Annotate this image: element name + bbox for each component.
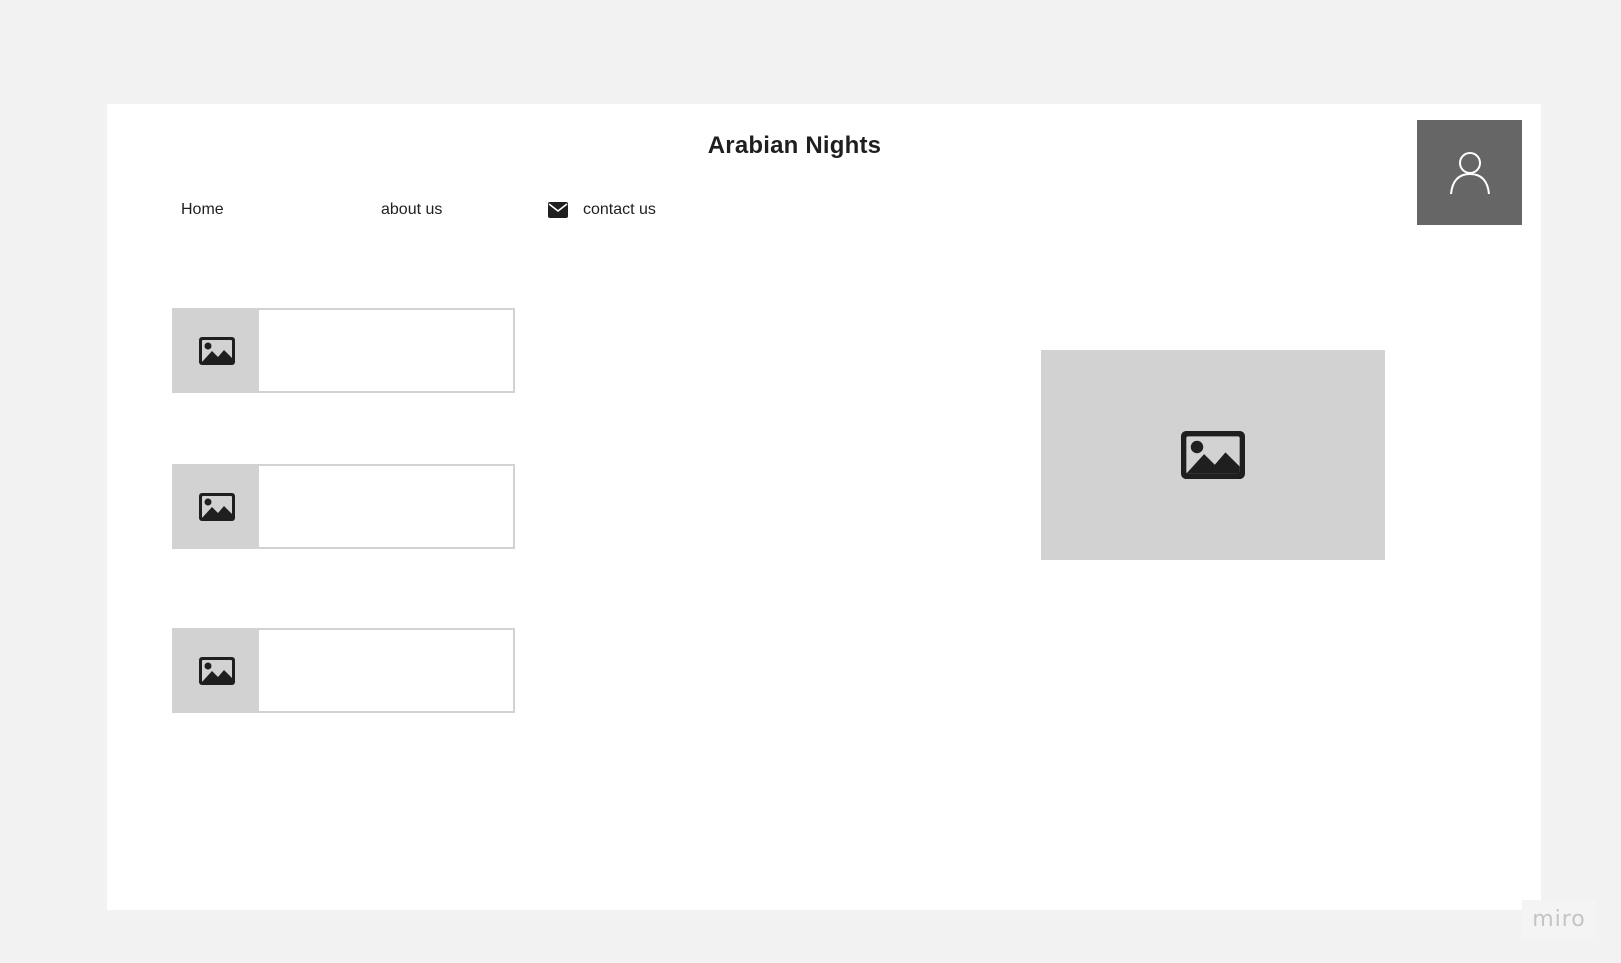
image-icon bbox=[198, 336, 235, 365]
mail-icon bbox=[548, 202, 568, 218]
card-thumbnail bbox=[174, 466, 259, 547]
list-item[interactable] bbox=[172, 308, 515, 393]
nav-home-label: Home bbox=[181, 201, 224, 218]
miro-logo: miro bbox=[1522, 900, 1596, 938]
list-item[interactable] bbox=[172, 464, 515, 549]
nav-about-link[interactable]: about us bbox=[381, 198, 442, 222]
nav-contact-link[interactable]: contact us bbox=[548, 198, 656, 222]
wireframe-frame: Arabian Nights Home about us contact us bbox=[107, 104, 1541, 910]
card-thumbnail bbox=[174, 630, 259, 711]
nav-home-link[interactable]: Home bbox=[181, 198, 224, 222]
image-icon bbox=[1181, 431, 1245, 479]
nav-contact-label: contact us bbox=[583, 201, 656, 218]
hero-image-placeholder bbox=[1041, 350, 1385, 560]
image-icon bbox=[198, 492, 235, 521]
image-icon bbox=[198, 656, 235, 685]
user-avatar-button[interactable] bbox=[1417, 120, 1522, 225]
list-item[interactable] bbox=[172, 628, 515, 713]
user-icon bbox=[1449, 151, 1490, 194]
card-thumbnail bbox=[174, 310, 259, 391]
nav-about-label: about us bbox=[381, 201, 443, 218]
page-title: Arabian Nights bbox=[707, 132, 882, 159]
